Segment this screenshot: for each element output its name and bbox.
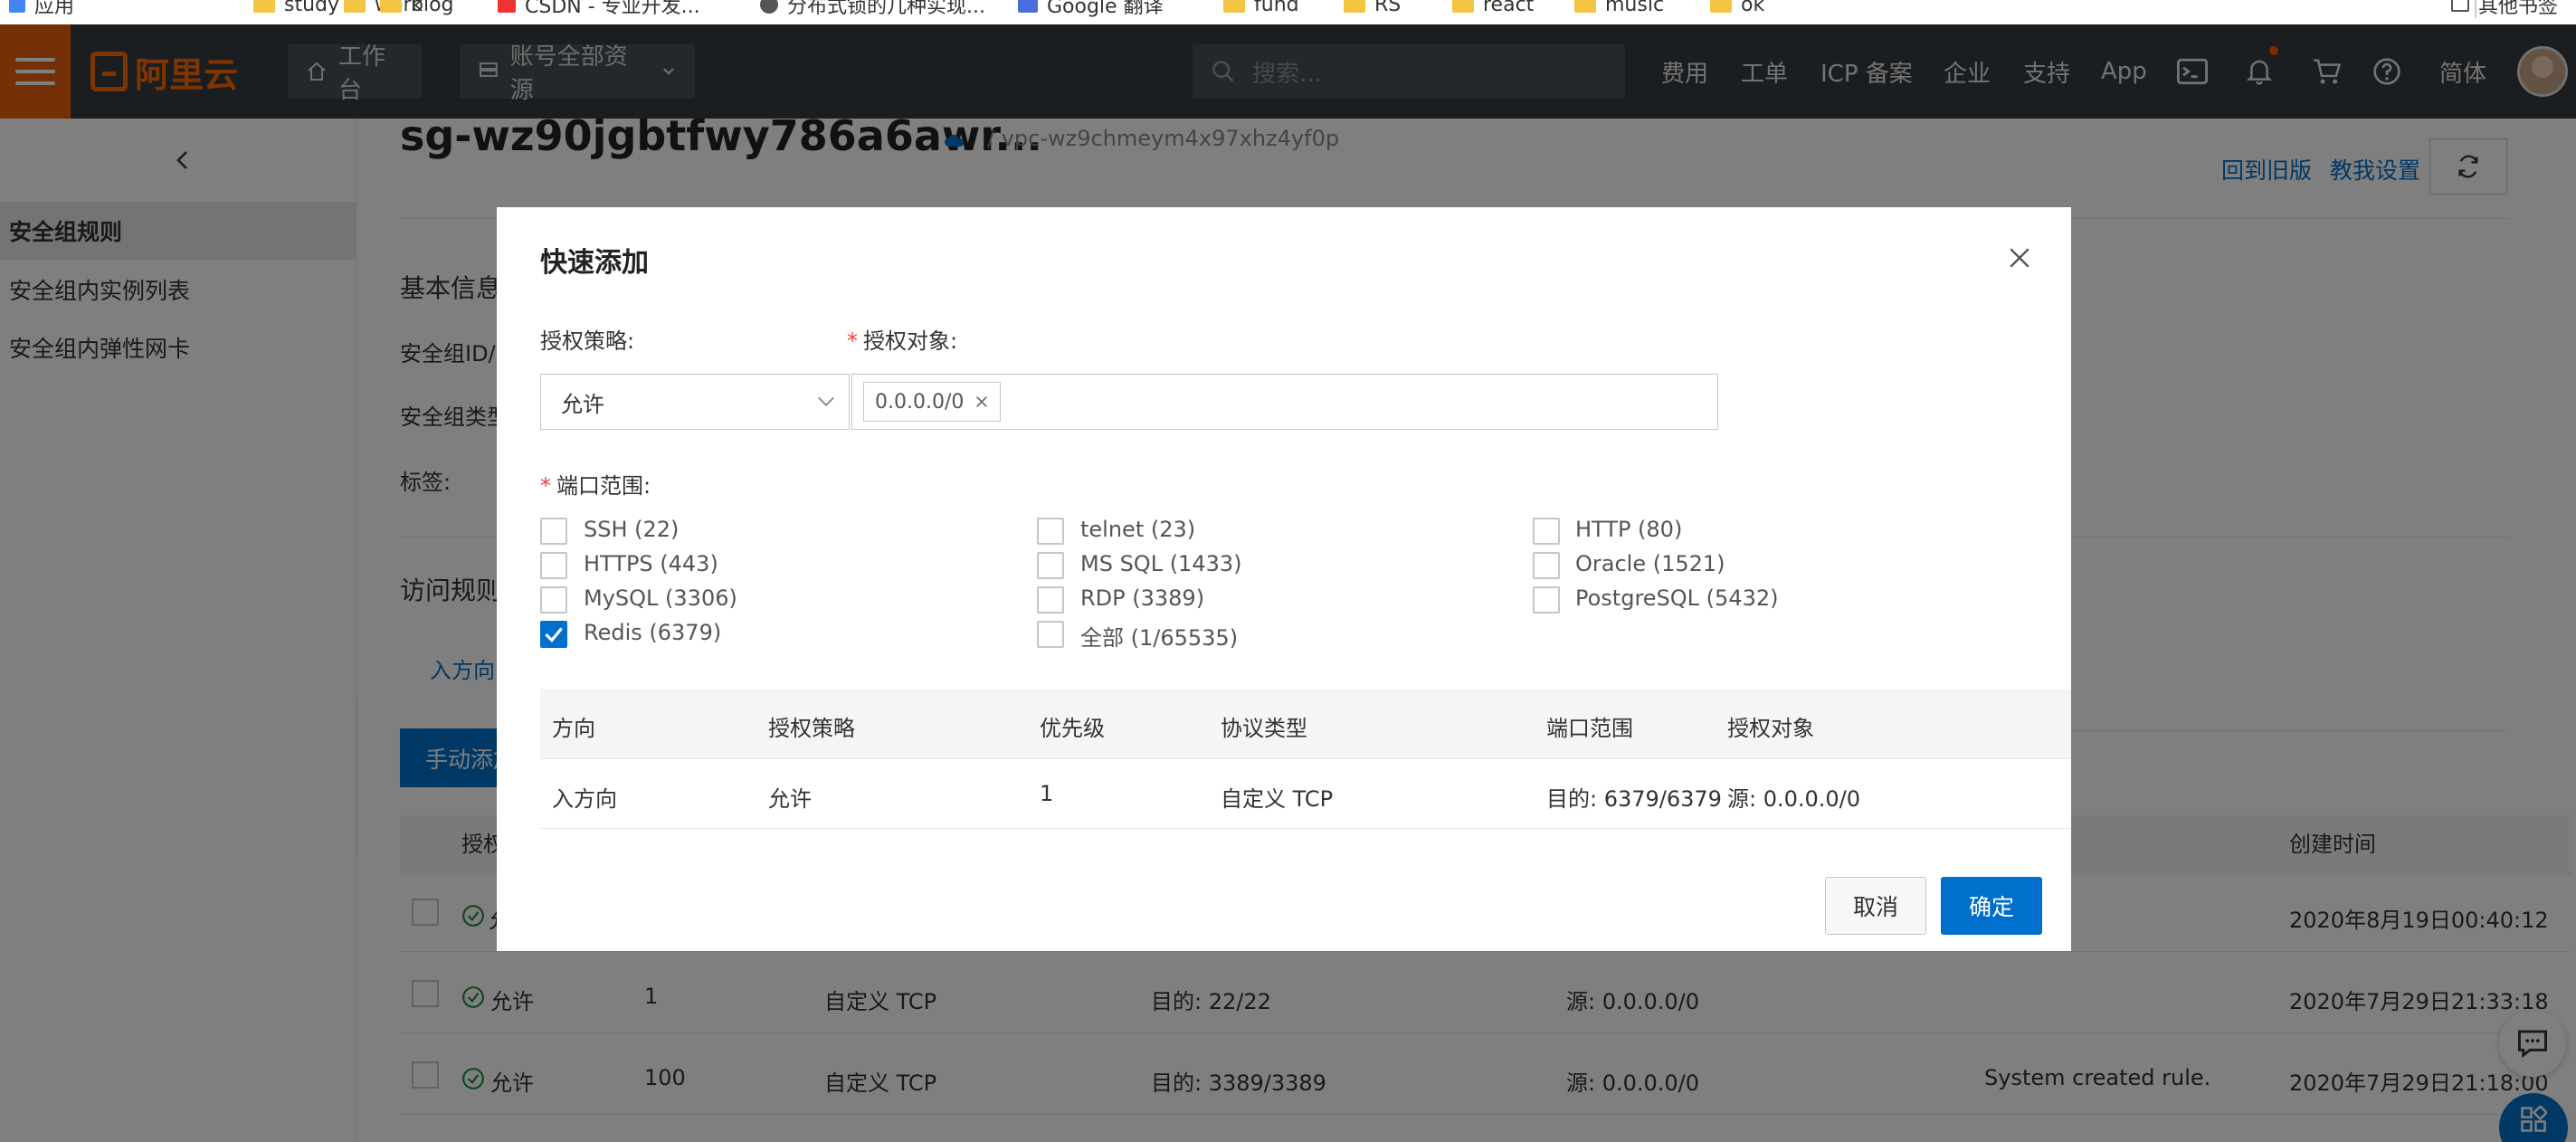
close-icon[interactable]: [2008, 246, 2031, 275]
bookmark-label: ok: [1741, 0, 1765, 16]
folder-icon: [253, 0, 275, 13]
dialog-title: 快速添加: [540, 247, 649, 279]
col-target: 授权对象: [1727, 716, 1814, 741]
preview-priority: 1: [1040, 781, 1054, 806]
col-priority: 优先级: [1040, 716, 1105, 741]
bookmark-label: 其他书签: [2477, 0, 2558, 18]
checkbox-postgresql[interactable]: [1533, 586, 1560, 614]
checkbox-oracle-label: Oracle (1521): [1575, 551, 1725, 576]
checkbox-http-label: HTTP (80): [1575, 517, 1683, 542]
quick-add-dialog: 快速添加 授权策略: * 授权对象: 允许 0.0.0.0/0 * 端口范围: SS…: [497, 207, 2071, 951]
bookmark-blog[interactable]: blog: [380, 0, 454, 18]
confirm-label: 确定: [1968, 894, 2014, 920]
checkmark-icon: [545, 627, 563, 642]
port-label: * 端口范围:: [540, 473, 651, 499]
checkbox-redis-label: Redis (6379): [584, 620, 722, 645]
preview-direction: 入方向: [552, 786, 617, 812]
bookmark-google-translate[interactable]: Google 翻译: [1018, 0, 1164, 18]
target-input[interactable]: 0.0.0.0/0: [851, 374, 1718, 430]
folder-icon: [380, 0, 402, 13]
col-policy: 授权策略: [768, 716, 855, 741]
bookmark-label: react: [1483, 0, 1535, 16]
checkbox-mssql-label: MS SQL (1433): [1080, 551, 1242, 576]
apps-icon: [9, 0, 25, 13]
checkbox-telnet[interactable]: [1037, 518, 1064, 545]
folder-icon: [1452, 0, 1474, 13]
csdn-icon: [498, 0, 516, 13]
folder-icon: [1223, 0, 1245, 13]
required-mark: *: [540, 473, 551, 499]
bookmark-label: 分布式锁的几种实现...: [787, 0, 985, 18]
bookmark-music[interactable]: music: [1574, 0, 1664, 18]
confirm-button[interactable]: 确定: [1941, 877, 2042, 935]
bookmark-label: Google 翻译: [1047, 0, 1164, 18]
checkbox-ssh[interactable]: [540, 518, 567, 545]
target-label: * 授权对象:: [847, 328, 958, 354]
checkbox-redis[interactable]: [540, 621, 567, 648]
checkbox-rdp[interactable]: [1037, 586, 1064, 614]
site-icon: [760, 0, 778, 14]
checkbox-mysql-label: MySQL (3306): [584, 585, 737, 611]
bookmarks-bar: 应用 study work blog CSDN - 专业开发... 分布式锁的几…: [0, 0, 2576, 24]
col-port-range: 端口范围: [1546, 716, 1633, 741]
checkbox-oracle[interactable]: [1533, 552, 1560, 579]
chevron-down-icon: [818, 396, 834, 406]
preview-policy: 允许: [768, 786, 812, 812]
bookmark-label: RS: [1374, 0, 1402, 16]
preview-port: 目的: 6379/6379: [1546, 786, 1722, 812]
bookmark-study[interactable]: study: [253, 0, 339, 18]
folder-icon: [1344, 0, 1365, 13]
checkbox-https[interactable]: [540, 552, 567, 579]
checkbox-telnet-label: telnet (23): [1080, 517, 1196, 542]
bookmark-label: fund: [1254, 0, 1299, 16]
checkbox-http[interactable]: [1533, 518, 1560, 545]
target-tag: 0.0.0.0/0: [863, 382, 1002, 422]
bookmark-react[interactable]: react: [1452, 0, 1534, 18]
checkbox-mysql[interactable]: [540, 586, 567, 614]
bookmark-apps[interactable]: 应用: [9, 0, 74, 18]
policy-select-value: 允许: [561, 391, 604, 417]
bookmark-label: 应用: [34, 0, 75, 18]
cancel-button[interactable]: 取消: [1825, 877, 1926, 935]
checkbox-rdp-label: RDP (3389): [1080, 585, 1205, 611]
checkbox-postgresql-label: PostgreSQL (5432): [1575, 585, 1779, 611]
target-tag-label: 0.0.0.0/0: [875, 390, 965, 414]
bookmark-rs[interactable]: RS: [1344, 0, 1401, 18]
checkbox-all[interactable]: [1037, 621, 1064, 648]
policy-select[interactable]: 允许: [540, 374, 850, 430]
folder-icon: [2450, 0, 2469, 12]
col-direction: 方向: [552, 716, 595, 741]
folder-icon: [1710, 0, 1732, 13]
bookmark-csdn[interactable]: CSDN - 专业开发...: [498, 0, 700, 18]
bookmark-label: music: [1605, 0, 1665, 16]
checkbox-mssql[interactable]: [1037, 552, 1064, 579]
bookmark-fund[interactable]: fund: [1223, 0, 1299, 18]
checkbox-https-label: HTTPS (443): [584, 551, 718, 576]
tag-close-icon[interactable]: [974, 395, 989, 409]
cancel-label: 取消: [1852, 894, 1898, 920]
preview-target: 源: 0.0.0.0/0: [1727, 786, 1861, 812]
bookmark-other[interactable]: 其他书签: [2450, 0, 2558, 18]
bookmark-label: CSDN - 专业开发...: [525, 0, 700, 18]
checkbox-all-label: 全部 (1/65535): [1080, 625, 1239, 651]
folder-icon: [344, 0, 366, 13]
bookmark-ok[interactable]: ok: [1710, 0, 1764, 18]
folder-icon: [1574, 0, 1596, 13]
table-divider: [540, 828, 2071, 829]
bookmark-label: study: [284, 0, 340, 16]
policy-label: 授权策略:: [540, 328, 635, 354]
bookmark-lock-article[interactable]: 分布式锁的几种实现...: [760, 0, 985, 18]
translate-icon: [1018, 0, 1038, 13]
bookmark-label: blog: [411, 0, 454, 16]
checkbox-ssh-label: SSH (22): [584, 517, 680, 542]
required-mark: *: [847, 328, 858, 354]
preview-protocol: 自定义 TCP: [1221, 786, 1334, 812]
col-protocol: 协议类型: [1221, 716, 1307, 741]
